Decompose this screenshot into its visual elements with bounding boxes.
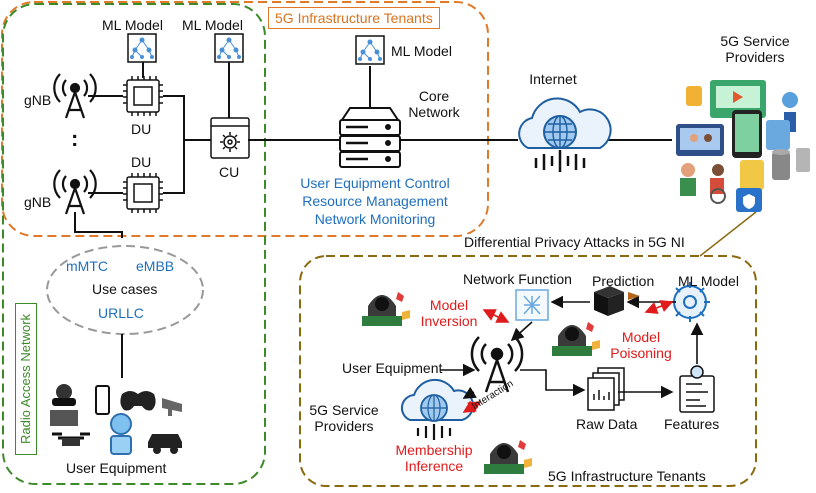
service-providers-illustration — [676, 80, 810, 212]
hacker-icon — [484, 440, 532, 474]
internet-label: Internet — [529, 71, 577, 87]
attack-title: Differential Privacy Attacks in 5G NI — [462, 234, 687, 251]
attack-tenants-label: 5G Infrastructure Tenants — [548, 468, 706, 484]
service-providers-title: 5G Service Providers — [720, 33, 790, 66]
hacker-icon — [552, 322, 600, 356]
ml-model-icon — [355, 35, 385, 65]
model-poisoning-label: Model Poisoning — [610, 329, 672, 362]
attack-user-equipment-label: User Equipment — [342, 360, 443, 376]
core-function-label: Resource Management — [302, 193, 448, 209]
prediction-cube-icon — [594, 286, 624, 316]
prediction-arrow — [628, 292, 640, 300]
gnb-label: gNB — [24, 92, 52, 108]
cu-gear-icon — [210, 117, 250, 159]
gnb-ellipsis: : — [71, 126, 79, 151]
core-function-label: User Equipment Control — [300, 175, 450, 191]
ran-region-title: Radio Access Network — [15, 303, 37, 455]
raw-data-docs-icon — [587, 367, 625, 411]
gnb-label: gNB — [24, 194, 52, 210]
network-function-label: Network Function — [463, 271, 572, 287]
internet-cloud-icon — [518, 97, 612, 172]
features-icon — [679, 365, 715, 413]
core-network-label: Core Network — [408, 88, 460, 121]
cell-tower-icon — [470, 336, 524, 393]
cu-label: CU — [219, 164, 240, 180]
du-label: DU — [131, 154, 152, 170]
core-ml-model-label: ML Model — [391, 43, 452, 59]
features-label: Features — [664, 416, 720, 432]
use-case-urllc: URLLC — [98, 305, 144, 321]
ran-region-border — [2, 3, 266, 485]
attack-callout-line — [699, 211, 757, 257]
core-function-label: Network Monitoring — [314, 211, 436, 227]
prediction-label: Prediction — [592, 273, 655, 289]
ml-model-icon — [214, 33, 244, 63]
tenants-region-title: 5G Infrastructure Tenants — [268, 7, 440, 29]
hacker-icon — [362, 292, 410, 326]
service-cloud-icon — [400, 378, 475, 440]
user-equipment-label: User Equipment — [66, 460, 167, 476]
membership-inference-label: Membership Inference — [395, 442, 473, 475]
du-label: DU — [131, 121, 152, 137]
ml-model-label: ML Model — [182, 17, 243, 33]
use-case-mmtc: mMTC — [66, 258, 108, 274]
attack-service-providers-label: 5G Service Providers — [309, 402, 379, 435]
attack-ml-model-label: ML Model — [678, 273, 739, 289]
model-inversion-label: Model Inversion — [420, 297, 478, 330]
core-server-icon — [339, 107, 401, 168]
ml-model-label: ML Model — [102, 17, 163, 33]
du-chip-icon — [123, 173, 163, 213]
user-equipment-illustration — [50, 384, 182, 455]
use-case-embb: eMBB — [136, 258, 175, 274]
ml-model-icon — [127, 33, 157, 63]
raw-data-label: Raw Data — [576, 416, 638, 432]
use-cases-title: Use cases — [92, 281, 158, 297]
du-chip-icon — [123, 76, 163, 116]
network-function-icon — [515, 289, 549, 321]
